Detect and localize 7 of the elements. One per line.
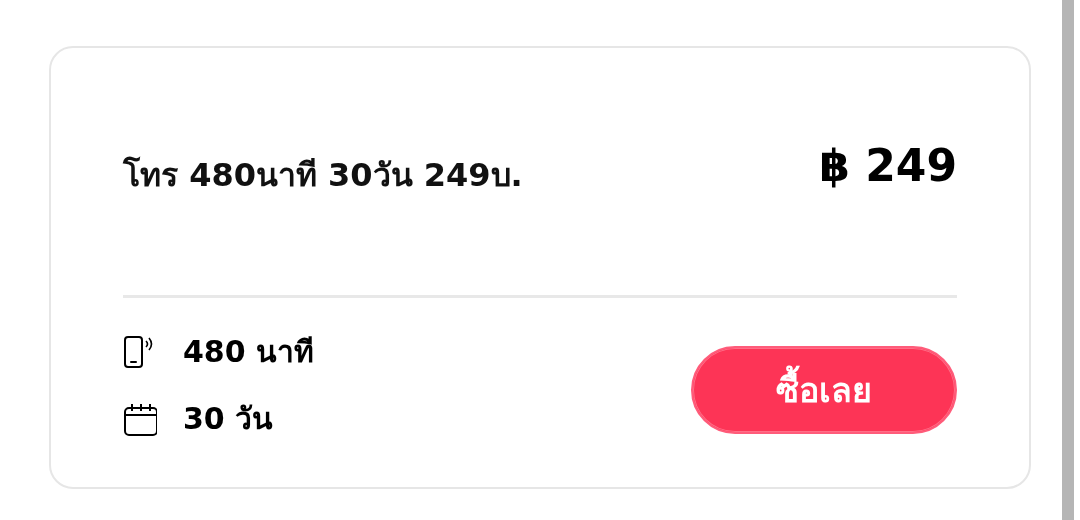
- buy-button[interactable]: ซื้อเลย: [691, 346, 957, 434]
- scrollbar[interactable]: [1062, 0, 1074, 520]
- calendar-icon: [123, 401, 157, 436]
- feature-text: 480 นาที: [183, 333, 315, 371]
- package-price: ฿ 249: [819, 140, 957, 191]
- package-title: โทร 480นาที 30วัน 249บ.: [123, 155, 523, 196]
- feature-text: 30 วัน: [183, 400, 274, 438]
